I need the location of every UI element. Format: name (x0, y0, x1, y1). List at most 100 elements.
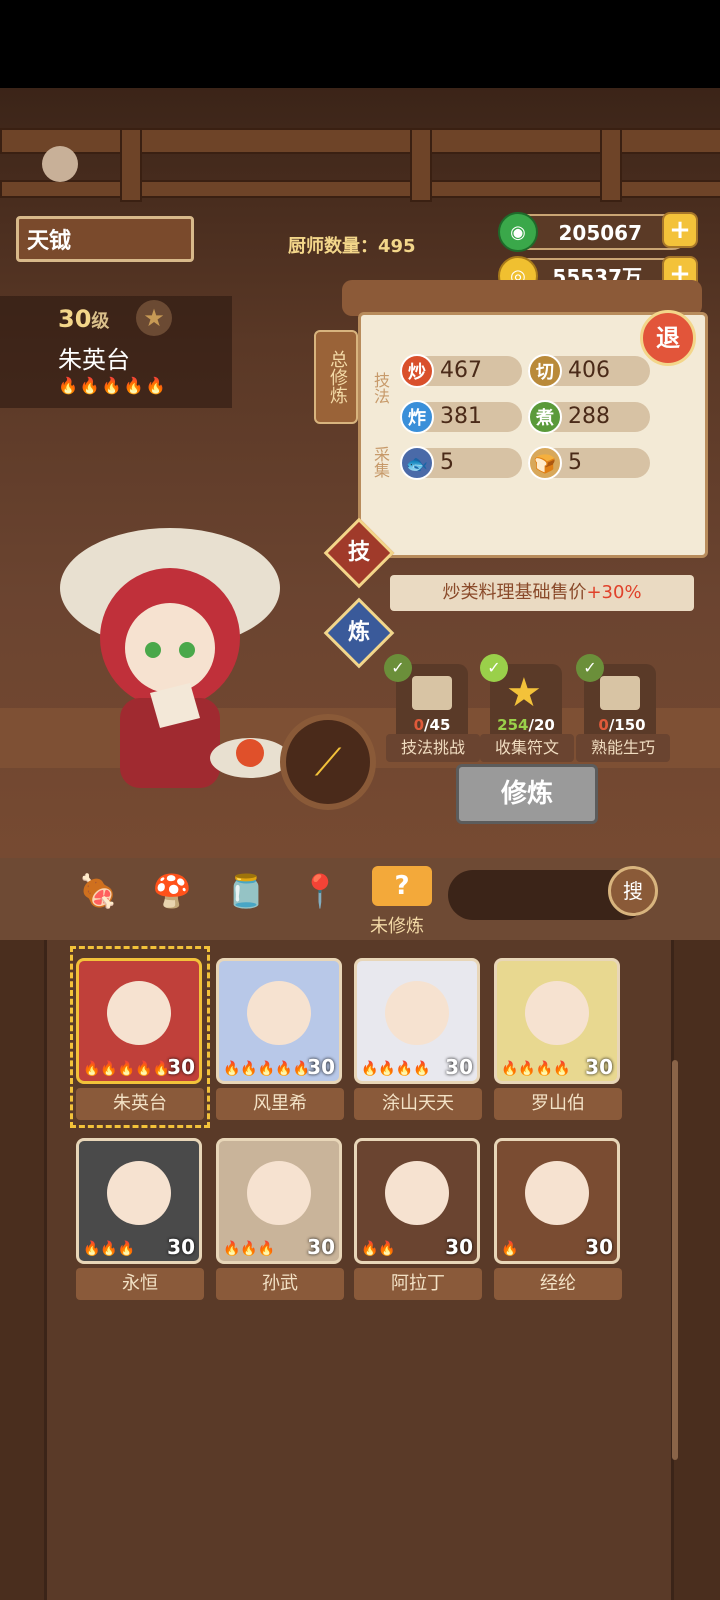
task-progress: 0/45 (386, 716, 478, 734)
roof-post (410, 128, 432, 202)
search-button[interactable]: 搜 (608, 866, 658, 916)
filter-meat-icon[interactable]: 🍖 (74, 872, 122, 910)
check-icon: ✓ (384, 654, 412, 682)
portrait-white-fox-icon: 🔥🔥🔥🔥 30 (354, 958, 480, 1084)
card-name: 永恒 (76, 1268, 204, 1300)
task-count: 0 (413, 716, 425, 734)
card-level: 30 (307, 1055, 335, 1079)
card-flames: 🔥🔥🔥🔥 (361, 1061, 431, 1077)
chef-level-unit: 级 (91, 311, 110, 332)
task-total: /45 (424, 716, 451, 734)
chef-card[interactable]: 🔥🔥🔥🔥🔥 30 风里希 (216, 958, 344, 1122)
chef-rarity-flames: 🔥🔥🔥🔥🔥 (58, 376, 168, 395)
tab-skill-label: 技 (347, 540, 370, 565)
chef-card[interactable]: 🔥🔥 30 阿拉丁 (354, 1138, 482, 1302)
card-name: 阿拉丁 (354, 1268, 482, 1300)
chick-decoration-icon (42, 146, 78, 182)
boil-icon: 煮 (528, 400, 562, 434)
card-level: 30 (167, 1235, 195, 1259)
card-name: 经纶 (494, 1268, 622, 1300)
scroll-rod (342, 280, 702, 316)
chef-portrait-large (40, 528, 300, 808)
filter-jar-icon[interactable]: 🫙 (222, 872, 270, 910)
portrait-blond-icon: 🔥🔥🔥🔥 30 (494, 958, 620, 1084)
card-flames: 🔥 (501, 1241, 519, 1257)
check-icon: ✓ (480, 654, 508, 682)
face-shape (385, 1161, 449, 1225)
card-level: 30 (445, 1235, 473, 1259)
player-name: 天钺 (27, 229, 72, 254)
jade-icon: ◉ (498, 212, 538, 252)
chef-level-value: 30 (58, 305, 92, 333)
face-shape (525, 981, 589, 1045)
card-name: 孙武 (216, 1268, 344, 1300)
chef-card[interactable]: 🔥🔥🔥 30 孙武 (216, 1138, 344, 1302)
card-level: 30 (445, 1055, 473, 1079)
scrollbar[interactable] (672, 1060, 678, 1460)
tab-refine-label: 炼 (347, 620, 370, 645)
task-count: 254 (497, 716, 529, 734)
roof-post (120, 128, 142, 202)
bonus-label: 炒类料理基础售价 (442, 582, 587, 603)
card-level: 30 (585, 1235, 613, 1259)
card-name: 风里希 (216, 1088, 344, 1120)
chef-card[interactable]: 🔥🔥🔥🔥 30 罗山伯 (494, 958, 622, 1122)
chef-card[interactable]: 🔥 30 经纶 (494, 1138, 622, 1302)
cut-icon: 切 (528, 354, 562, 388)
total-training-tag: 总修炼 (314, 330, 358, 424)
filter-mushroom-icon[interactable]: 🍄 (148, 872, 196, 910)
add-jade-button[interactable]: + (662, 212, 698, 248)
card-flames: 🔥🔥 (361, 1241, 396, 1257)
task-total: /150 (608, 716, 646, 734)
task-progress: 0/150 (576, 716, 668, 734)
card-flames: 🔥🔥🔥🔥 (501, 1061, 571, 1077)
face-shape (525, 1161, 589, 1225)
card-name: 罗山伯 (494, 1088, 622, 1120)
card-flames: 🔥🔥🔥 (83, 1241, 136, 1257)
portrait-book-icon: 🔥 30 (494, 1138, 620, 1264)
face-shape (107, 1161, 171, 1225)
face-shape (385, 981, 449, 1045)
scroll-icon (412, 676, 452, 710)
status-bar (0, 0, 720, 88)
card-flames: 🔥🔥🔥 (223, 1241, 276, 1257)
card-level: 30 (585, 1055, 613, 1079)
card-name: 涂山天天 (354, 1088, 482, 1120)
stir-fry-icon: 炒 (400, 354, 434, 388)
scroll-icon (600, 676, 640, 710)
card-level: 30 (307, 1235, 335, 1259)
chef-level: 30级 (58, 305, 109, 333)
player-name-box[interactable]: 天钺 (16, 216, 194, 262)
portrait-bald-icon: 🔥🔥🔥 30 (216, 1138, 342, 1264)
portrait-silver-hair-icon: 🔥🔥🔥🔥🔥 30 (216, 958, 342, 1084)
chef-count: 厨师数量：495 (288, 236, 416, 257)
train-button[interactable]: 修炼 (456, 764, 598, 824)
chef-card[interactable]: 🔥🔥🔥 30 永恒 (76, 1138, 204, 1302)
chopsticks-icon[interactable]: ⟋ (280, 714, 376, 810)
bread-icon: 🍞 (528, 446, 562, 480)
filter-untrained-icon[interactable]: ? (372, 866, 432, 906)
bonus-text: 炒类料理基础售价+30% (390, 575, 694, 611)
task-progress: 254/20 (480, 716, 572, 734)
filter-untrained-label: 未修炼 (370, 916, 424, 937)
portrait-blue-spirit-icon: 🔥🔥 30 (354, 1138, 480, 1264)
task-label: 熟能生巧 (576, 734, 670, 762)
filter-location-icon[interactable]: 📍 (296, 872, 344, 910)
task-label: 技法挑战 (386, 734, 480, 762)
face-shape (247, 1161, 311, 1225)
card-flames: 🔥🔥🔥🔥🔥 (223, 1061, 311, 1077)
deep-fry-icon: 炸 (400, 400, 434, 434)
star-icon[interactable]: ★ (136, 300, 172, 336)
bonus-value: +30% (586, 582, 642, 603)
task-total: /20 (528, 716, 555, 734)
skills-label: 技法 (371, 372, 390, 404)
selection-frame (70, 946, 210, 1128)
task-label: 收集符文 (480, 734, 574, 762)
gather-label: 采集 (371, 446, 390, 478)
chef-card[interactable]: 🔥🔥🔥🔥 30 涂山天天 (354, 958, 482, 1122)
exit-button[interactable]: 退 (640, 310, 696, 366)
roof-post (600, 128, 622, 202)
face-shape (247, 981, 311, 1045)
task-count: 0 (598, 716, 609, 734)
portrait-orb-icon: 🔥🔥🔥 30 (76, 1138, 202, 1264)
